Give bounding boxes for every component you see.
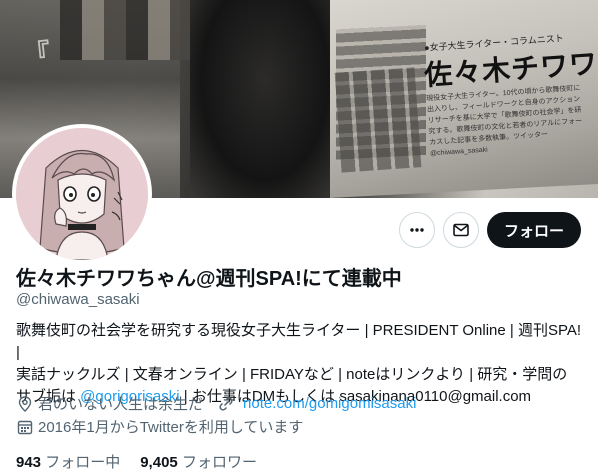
profile-joined-date: 2016年1月からTwitterを利用しています — [38, 419, 304, 436]
profile-joined-row: 2016年1月からTwitterを利用しています — [16, 416, 303, 437]
more-icon — [410, 228, 424, 232]
profile-stats: 943 フォロー中 9,405 フォロワー — [16, 451, 257, 472]
calendar-icon — [16, 418, 34, 436]
banner-article-body: 現役女子大生ライター。10代の頃から歌舞伎町に出入りし、フィールドワークと自身の… — [426, 84, 583, 158]
profile-location: 君のいない人生は余生だ — [38, 396, 204, 413]
following-count: 943 — [16, 454, 42, 471]
profile-handle: @chiwawa_sasaki — [16, 291, 140, 308]
link-icon — [217, 395, 235, 413]
bio-line-2: 実話ナックルズ | 文春オンライン | FRIDAYなど | noteはリンクよ… — [16, 366, 568, 383]
banner-photo-strip — [60, 0, 200, 60]
followers-label: フォロワー — [181, 454, 257, 471]
bio-line-1: 歌舞伎町の社会学を研究する現役女子大生ライター | PRESIDENT Onli… — [16, 322, 582, 361]
banner-article-photos — [334, 67, 422, 173]
banner-figure — [190, 0, 340, 198]
follow-button[interactable]: フォロー — [487, 212, 581, 248]
followers-link[interactable]: 9,405 フォロワー — [140, 454, 257, 471]
message-button[interactable] — [443, 212, 479, 248]
following-label: フォロー中 — [45, 454, 121, 471]
avatar[interactable] — [12, 124, 152, 264]
following-link[interactable]: 943 フォロー中 — [16, 454, 120, 471]
more-button[interactable] — [399, 212, 435, 248]
avatar-illustration — [16, 128, 148, 260]
mail-icon — [453, 223, 469, 237]
location-icon — [16, 395, 34, 413]
profile-display-name: 佐々木チワワちゃん@週刊SPA!にて連載中 — [16, 268, 402, 290]
profile-website-link[interactable]: note.com/gomigomisasaki — [243, 395, 416, 412]
followers-count: 9,405 — [140, 454, 178, 471]
profile-location-row: 君のいない人生は余生だ note.com/gomigomisasaki — [16, 393, 416, 414]
